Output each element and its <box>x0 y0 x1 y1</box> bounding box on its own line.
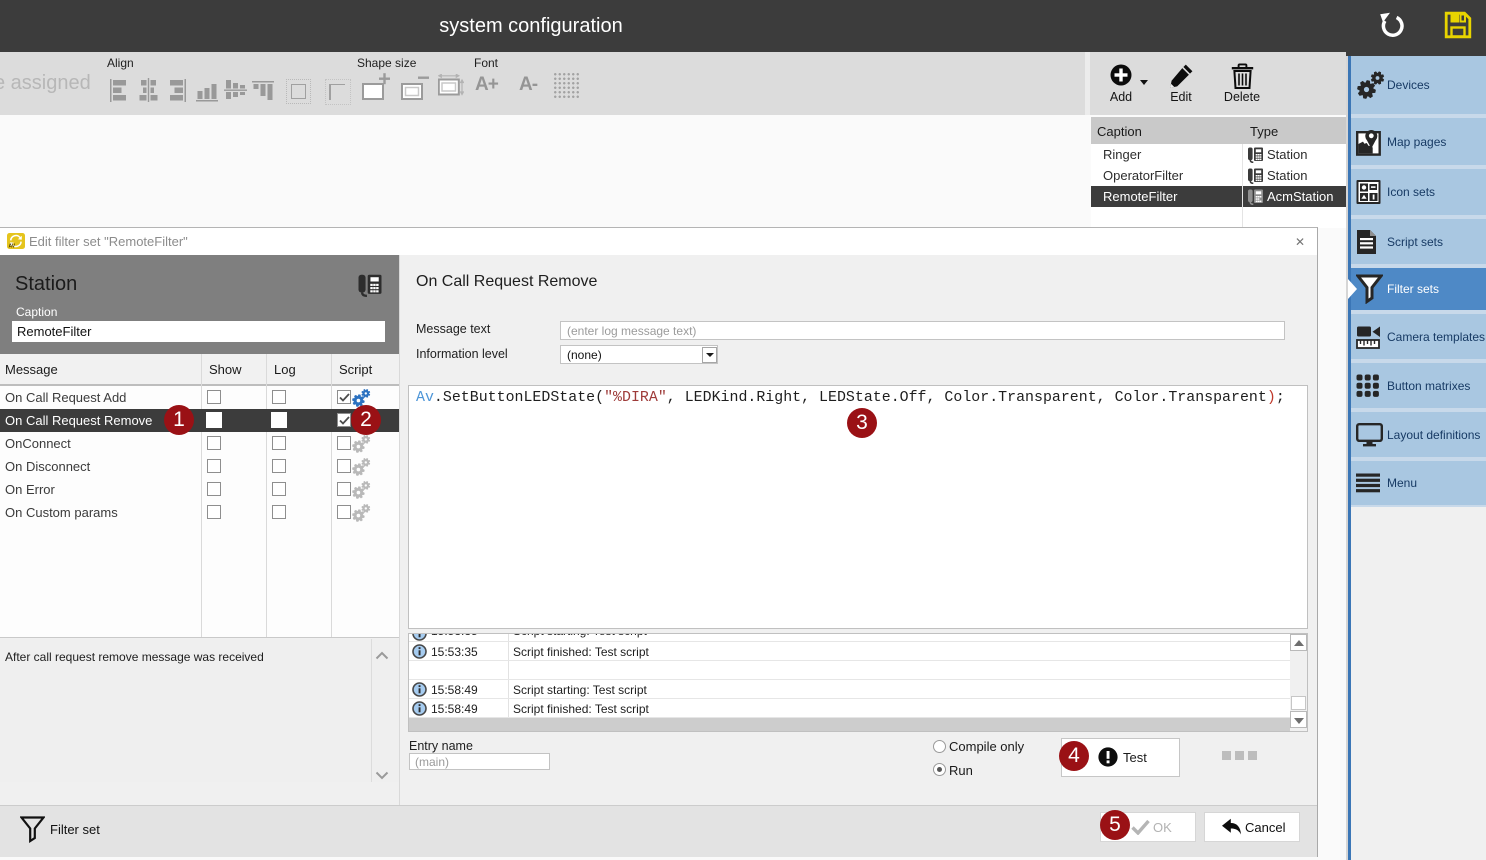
svg-text:AV: AV <box>9 244 16 250</box>
